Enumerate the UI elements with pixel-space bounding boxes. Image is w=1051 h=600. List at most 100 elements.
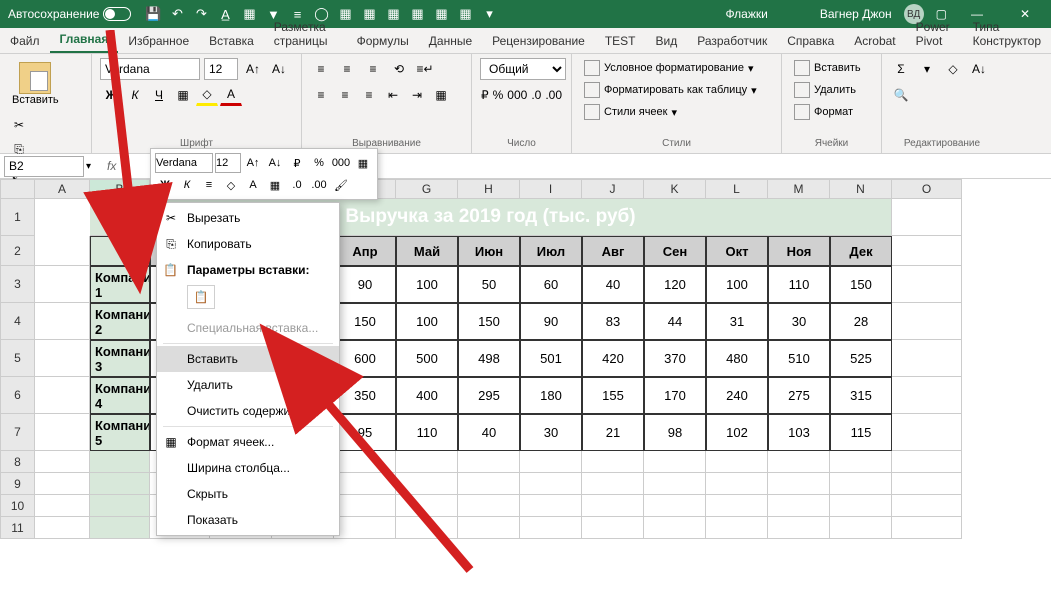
cell[interactable] bbox=[334, 517, 396, 539]
mini-border-icon[interactable]: ▦ bbox=[265, 175, 285, 195]
autosum-icon[interactable]: Σ bbox=[890, 58, 912, 80]
cell[interactable] bbox=[892, 303, 962, 340]
cell[interactable] bbox=[768, 495, 830, 517]
cell[interactable]: 275 bbox=[768, 377, 830, 414]
sort-filter-icon[interactable]: A↓ bbox=[968, 58, 990, 80]
column-header[interactable]: L bbox=[706, 179, 768, 199]
mini-comma-icon[interactable]: 000 bbox=[331, 153, 351, 173]
qat-icon[interactable]: ▦ bbox=[241, 6, 257, 22]
cell[interactable] bbox=[35, 414, 90, 451]
cell[interactable] bbox=[35, 495, 90, 517]
tab-типа конструктор[interactable]: Типа Конструктор bbox=[963, 15, 1051, 53]
cell[interactable]: 150 bbox=[334, 303, 396, 340]
mini-italic-button[interactable]: К bbox=[177, 175, 197, 195]
merge-icon[interactable]: ▦ bbox=[430, 84, 452, 106]
cell[interactable]: Ноя bbox=[768, 236, 830, 266]
cell[interactable]: 28 bbox=[830, 303, 892, 340]
tab-test[interactable]: TEST bbox=[595, 29, 646, 53]
align-middle-icon[interactable]: ≡ bbox=[336, 58, 358, 80]
tab-power pivot[interactable]: Power Pivot bbox=[906, 15, 963, 53]
cell[interactable] bbox=[90, 451, 150, 473]
cell[interactable]: 295 bbox=[458, 377, 520, 414]
find-icon[interactable]: 🔍 bbox=[890, 84, 912, 106]
cell[interactable]: Июл bbox=[520, 236, 582, 266]
cell[interactable]: 83 bbox=[582, 303, 644, 340]
cell[interactable] bbox=[520, 495, 582, 517]
mini-inc-dec-icon[interactable]: .0 bbox=[287, 175, 307, 195]
cell[interactable] bbox=[892, 340, 962, 377]
cell[interactable] bbox=[768, 451, 830, 473]
orientation-icon[interactable]: ⟲ bbox=[388, 58, 410, 80]
cell[interactable] bbox=[396, 495, 458, 517]
cell[interactable]: 40 bbox=[582, 266, 644, 303]
cell[interactable]: 170 bbox=[644, 377, 706, 414]
qat-icon[interactable]: ▦ bbox=[457, 6, 473, 22]
cell[interactable] bbox=[892, 517, 962, 539]
cell[interactable] bbox=[830, 451, 892, 473]
cell[interactable]: 400 bbox=[396, 377, 458, 414]
fill-color-icon[interactable]: ◇ bbox=[196, 84, 218, 106]
cell[interactable] bbox=[35, 199, 90, 236]
qat-icon[interactable]: A̲ bbox=[217, 6, 233, 22]
clear-icon[interactable]: ◇ bbox=[942, 58, 964, 80]
tab-разработчик[interactable]: Разработчик bbox=[687, 29, 777, 53]
row-header[interactable]: 3 bbox=[0, 266, 35, 303]
cell-styles-button[interactable]: Стили ячеек▾ bbox=[580, 102, 773, 122]
column-header[interactable]: J bbox=[582, 179, 644, 199]
cell[interactable] bbox=[334, 451, 396, 473]
cell[interactable] bbox=[90, 473, 150, 495]
cell[interactable]: 100 bbox=[396, 303, 458, 340]
cell[interactable] bbox=[396, 473, 458, 495]
format-cells-button[interactable]: Формат bbox=[790, 102, 873, 122]
context-column-width[interactable]: Ширина столбца... bbox=[157, 455, 339, 481]
cell[interactable]: 30 bbox=[520, 414, 582, 451]
cell[interactable]: 31 bbox=[706, 303, 768, 340]
cell[interactable]: 120 bbox=[644, 266, 706, 303]
cell[interactable] bbox=[582, 495, 644, 517]
format-as-table-button[interactable]: Форматировать как таблицу▾ bbox=[580, 80, 773, 100]
cell[interactable]: 110 bbox=[768, 266, 830, 303]
cell[interactable]: 240 bbox=[706, 377, 768, 414]
cell[interactable]: 150 bbox=[830, 266, 892, 303]
save-icon[interactable]: 💾 bbox=[145, 6, 161, 22]
column-header[interactable]: O bbox=[892, 179, 962, 199]
mini-merge-icon[interactable]: ▦ bbox=[353, 153, 373, 173]
flags-label[interactable]: Флажки bbox=[725, 7, 767, 21]
cell[interactable]: 350 bbox=[334, 377, 396, 414]
cell[interactable] bbox=[90, 495, 150, 517]
cell[interactable]: 40 bbox=[458, 414, 520, 451]
cell[interactable]: 150 bbox=[458, 303, 520, 340]
align-bottom-icon[interactable]: ≡ bbox=[362, 58, 384, 80]
context-show[interactable]: Показать bbox=[157, 507, 339, 533]
cell[interactable] bbox=[892, 495, 962, 517]
cell[interactable]: 90 bbox=[520, 303, 582, 340]
cell[interactable]: Компания 5 bbox=[90, 414, 150, 451]
percent-icon[interactable]: % bbox=[492, 84, 505, 106]
insert-cells-button[interactable]: Вставить bbox=[790, 58, 873, 78]
cell[interactable] bbox=[706, 517, 768, 539]
mini-font-color-icon[interactable]: A bbox=[243, 175, 263, 195]
align-top-icon[interactable]: ≡ bbox=[310, 58, 332, 80]
cell[interactable] bbox=[706, 473, 768, 495]
cell[interactable] bbox=[458, 517, 520, 539]
tab-разметка страницы[interactable]: Разметка страницы bbox=[264, 15, 347, 53]
context-clear[interactable]: Очистить содержимое bbox=[157, 398, 339, 424]
cell[interactable]: 480 bbox=[706, 340, 768, 377]
cell[interactable]: 370 bbox=[644, 340, 706, 377]
mini-align-icon[interactable]: ≡ bbox=[199, 175, 219, 195]
cell[interactable] bbox=[458, 473, 520, 495]
cell[interactable] bbox=[458, 495, 520, 517]
cell[interactable] bbox=[892, 377, 962, 414]
row-header[interactable]: 8 bbox=[0, 451, 35, 473]
increase-font-icon[interactable]: A↑ bbox=[242, 58, 264, 80]
cell[interactable]: 420 bbox=[582, 340, 644, 377]
cell[interactable]: Компания 4 bbox=[90, 377, 150, 414]
cell[interactable]: 600 bbox=[334, 340, 396, 377]
mini-painter-icon[interactable]: 🖌 bbox=[331, 175, 351, 195]
paste-button[interactable]: Вставить bbox=[8, 58, 63, 110]
cell[interactable] bbox=[892, 473, 962, 495]
bold-button[interactable]: Ж bbox=[100, 84, 122, 106]
tab-рецензирование[interactable]: Рецензирование bbox=[482, 29, 595, 53]
namebox-dropdown-icon[interactable]: ▾ bbox=[86, 161, 91, 172]
cell[interactable] bbox=[582, 473, 644, 495]
